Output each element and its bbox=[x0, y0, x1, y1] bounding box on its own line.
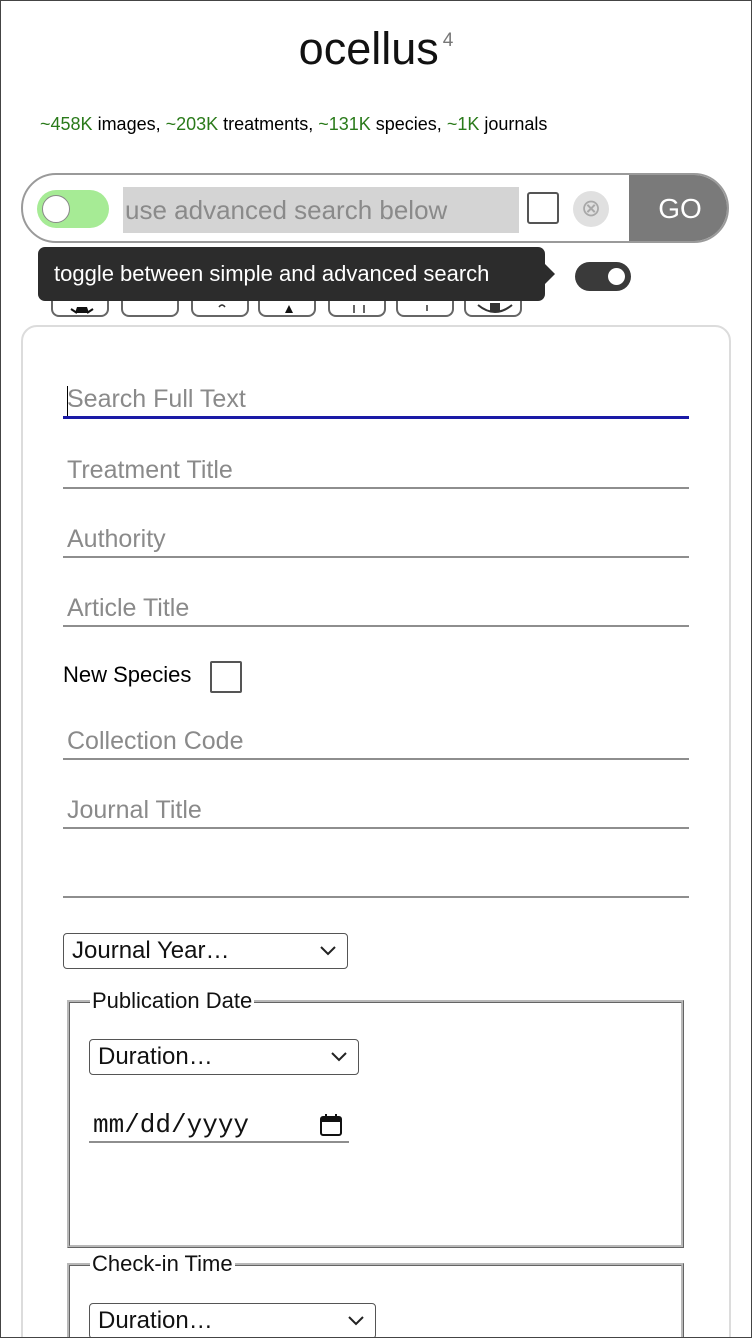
article-title-input[interactable] bbox=[63, 591, 689, 627]
page-frame: ocellus 4 ~458K images, ~203K treatments,… bbox=[0, 0, 752, 1338]
search-input[interactable] bbox=[123, 187, 519, 233]
date-placeholder: mm/dd/yyyy bbox=[93, 1110, 250, 1140]
tooltip-arrow bbox=[545, 264, 555, 284]
search-type-toggle[interactable] bbox=[37, 190, 109, 228]
tooltip-text: toggle between simple and advanced searc… bbox=[54, 261, 490, 286]
refresh-cache-checkbox[interactable] bbox=[527, 192, 559, 224]
go-button[interactable]: GO bbox=[629, 175, 727, 241]
stats-line: ~458K images, ~203K treatments, ~131K sp… bbox=[40, 113, 547, 135]
collection-code-input[interactable] bbox=[63, 724, 689, 760]
chevron-down-icon bbox=[320, 946, 336, 956]
treatments-count: ~203K bbox=[165, 114, 219, 134]
treatments-label: treatments, bbox=[218, 114, 319, 134]
toggle-knob bbox=[608, 268, 625, 285]
species-label: species, bbox=[370, 114, 447, 134]
journal-title-input[interactable] bbox=[63, 793, 689, 829]
chevron-down-icon bbox=[331, 1052, 347, 1062]
checkin-time-legend: Check-in Time bbox=[92, 1251, 233, 1276]
app-name: ocellus bbox=[298, 23, 439, 74]
publication-duration-select[interactable]: Duration… bbox=[89, 1039, 359, 1075]
toggle-knob bbox=[42, 195, 70, 223]
clear-icon: ⊗ bbox=[580, 195, 602, 222]
publication-date-input[interactable]: mm/dd/yyyy bbox=[89, 1107, 349, 1143]
journals-count: ~1K bbox=[446, 114, 480, 134]
advanced-search-toggle[interactable] bbox=[575, 262, 631, 291]
images-count: ~458K bbox=[40, 114, 93, 134]
search-bar: ⊗ GO bbox=[21, 173, 729, 243]
publication-duration-value: Duration… bbox=[98, 1043, 213, 1070]
reset-button[interactable]: ⊗ bbox=[573, 191, 609, 227]
journal-year-value: Journal Year… bbox=[72, 937, 230, 964]
publication-date-legend: Publication Date bbox=[92, 988, 253, 1013]
species-count: ~131K bbox=[318, 114, 371, 134]
treatment-title-input[interactable] bbox=[63, 453, 689, 489]
mode-tooltip: toggle between simple and advanced searc… bbox=[38, 247, 555, 301]
authority-input[interactable] bbox=[63, 522, 689, 558]
new-species-label: New Species bbox=[63, 662, 192, 687]
text-caret bbox=[67, 386, 68, 416]
journals-label: journals bbox=[479, 114, 548, 134]
images-label: images, bbox=[92, 114, 166, 134]
app-title: ocellus 4 bbox=[1, 23, 751, 75]
checkin-duration-value: Duration… bbox=[98, 1307, 213, 1334]
fulltext-input[interactable] bbox=[63, 383, 689, 419]
new-species-checkbox[interactable] bbox=[210, 661, 242, 693]
journal-year-select[interactable]: Journal Year… bbox=[63, 933, 348, 969]
unlabeled-field[interactable] bbox=[63, 862, 689, 898]
checkin-duration-select[interactable]: Duration… bbox=[89, 1303, 376, 1337]
calendar-icon[interactable] bbox=[319, 1113, 343, 1137]
chevron-down-icon bbox=[348, 1316, 364, 1326]
app-version: 4 bbox=[442, 30, 454, 51]
